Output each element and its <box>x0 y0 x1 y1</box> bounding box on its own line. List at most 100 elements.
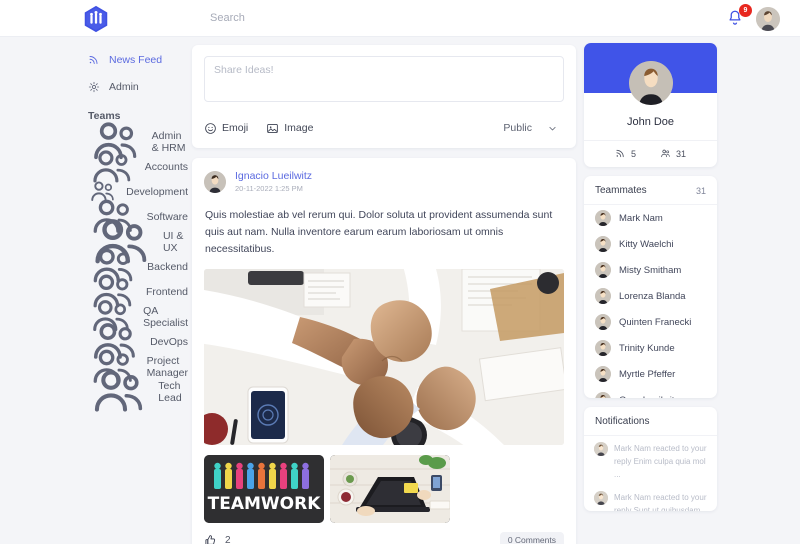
teammate-name: Oran Lueilwitz <box>619 395 679 399</box>
list-item[interactable]: Mark Nam reacted to your reply Sunt ut q… <box>584 485 717 511</box>
list-item[interactable]: Oran Lueilwitz <box>584 387 717 398</box>
teammate-name: Kitty Waelchi <box>619 238 674 250</box>
sidebar-item-label: Accounts <box>144 160 188 173</box>
sidebar-item-label: Tech Lead <box>158 379 182 404</box>
sidebar-item-accounts[interactable]: Accounts <box>0 149 188 183</box>
profile-posts-count: 5 <box>630 148 636 159</box>
sidebar-item-label: Backend <box>147 260 188 273</box>
sidebar-item-admin[interactable]: Admin <box>0 76 188 98</box>
left-sidebar: News Feed Admin Teams Admin & HRM Accoun… <box>0 37 188 544</box>
avatar[interactable] <box>756 6 780 31</box>
avatar <box>595 314 611 330</box>
avatar <box>595 340 611 356</box>
profile-posts-stat: 5 <box>615 148 636 159</box>
share-ideas-input[interactable] <box>204 56 564 102</box>
list-item[interactable]: Mark Nam <box>584 205 717 231</box>
notification-text: Mark Nam reacted to your reply Enim culp… <box>614 444 707 479</box>
thumbs-up-icon <box>205 534 216 544</box>
profile-teammates-count: 31 <box>676 148 687 159</box>
profile-stats: 5 31 <box>584 140 717 167</box>
rss-icon <box>616 149 624 158</box>
notification-count-badge: 9 <box>739 3 752 17</box>
sidebar-item-news-feed[interactable]: News Feed <box>0 49 188 71</box>
search-input[interactable] <box>195 12 585 24</box>
users-icon <box>94 370 143 412</box>
post-card: Ignacio Lueilwitz 20-11-2022 1:25 PM Qui… <box>192 158 576 544</box>
list-item[interactable]: Trinity Kunde <box>584 335 717 361</box>
profile-avatar[interactable] <box>628 61 673 105</box>
list-item[interactable]: Lorenza Blanda <box>584 283 717 309</box>
avatar <box>594 491 608 505</box>
list-item[interactable]: Kitty Waelchi <box>584 231 717 257</box>
post-footer: 2 0 Comments <box>192 523 576 544</box>
sidebar-item-label: Frontend <box>145 285 188 298</box>
workspace-thumbnail <box>330 455 450 523</box>
like-button[interactable]: 2 <box>204 534 231 544</box>
app-logo[interactable] <box>80 3 112 35</box>
notifications-panel-title: Notifications <box>595 416 650 427</box>
visibility-value: Public <box>503 122 532 134</box>
teammates-panel-header: Teammates 31 <box>584 176 717 205</box>
emoji-button-label: Emoji <box>222 122 249 134</box>
list-item[interactable]: Misty Smitham <box>584 257 717 283</box>
notifications-bell-button[interactable]: 9 <box>726 3 752 29</box>
users-icon <box>661 149 670 158</box>
avatar <box>595 288 611 304</box>
sidebar-item-label: Admin & HRM <box>151 129 186 154</box>
fist-bump-photo <box>204 269 564 445</box>
post-author-avatar[interactable] <box>204 171 226 193</box>
post-author-name[interactable]: Ignacio Lueilwitz <box>235 169 312 183</box>
sidebar-item-tech-lead[interactable]: Tech Lead <box>0 370 188 412</box>
list-item[interactable]: TEAMWORK <box>204 455 324 523</box>
teammate-name: Lorenza Blanda <box>619 290 686 302</box>
teammate-name: Trinity Kunde <box>619 342 675 354</box>
post-body-text: Quis molestiae ab vel rerum qui. Dolor s… <box>205 209 553 255</box>
comments-button[interactable]: 0 Comments <box>499 532 564 544</box>
right-sidebar: John Doe 5 31 Teammates 31 Mark Nam Kitt… <box>584 43 717 520</box>
composer-toolbar: Emoji Image Public <box>204 118 564 138</box>
notifications-panel: Notifications Mark Nam reacted to your r… <box>584 407 717 511</box>
visibility-select[interactable]: Public <box>496 119 564 137</box>
sidebar-item-label: Admin <box>109 81 139 93</box>
search-container[interactable] <box>195 0 585 36</box>
sidebar-item-label: Project Manager <box>146 354 189 379</box>
news-feed: Emoji Image Public <box>192 45 576 544</box>
rss-icon <box>89 56 98 64</box>
post-main-image[interactable] <box>204 269 564 445</box>
post-thumbnails: TEAMWORK <box>192 445 576 523</box>
user-avatar-icon <box>594 491 608 505</box>
teammates-list[interactable]: Mark Nam Kitty Waelchi Misty Smitham Lor… <box>584 205 717 398</box>
header-actions: 9 <box>726 0 780 37</box>
post-header: Ignacio Lueilwitz 20-11-2022 1:25 PM <box>192 158 576 205</box>
chevron-down-icon <box>549 126 556 130</box>
avatar <box>595 262 611 278</box>
notifications-list[interactable]: Mark Nam reacted to your reply Enim culp… <box>584 436 717 511</box>
emoji-button[interactable]: Emoji <box>204 122 248 135</box>
image-button[interactable]: Image <box>266 122 313 135</box>
profile-cover <box>584 43 717 105</box>
notifications-panel-header: Notifications <box>584 407 717 436</box>
teamwork-thumbnail: TEAMWORK <box>204 455 324 523</box>
avatar <box>595 236 611 252</box>
user-avatar-icon <box>756 6 780 31</box>
user-avatar-icon <box>595 340 611 356</box>
list-item[interactable]: Mark Nam reacted to your reply Enim culp… <box>584 436 717 485</box>
smiley-icon <box>205 122 216 134</box>
list-item[interactable]: Quinten Franecki <box>584 309 717 335</box>
teammates-panel-title: Teammates <box>595 185 647 196</box>
avatar <box>595 366 611 382</box>
list-item[interactable] <box>330 455 450 523</box>
user-avatar-icon <box>595 210 611 226</box>
sidebar-item-label: DevOps <box>150 335 188 348</box>
user-avatar-icon <box>595 392 611 398</box>
list-item[interactable]: Myrtle Pfeffer <box>584 361 717 387</box>
user-avatar-icon <box>594 442 608 456</box>
image-icon <box>267 123 279 133</box>
user-avatar-icon <box>595 366 611 382</box>
app-header: 9 <box>0 0 800 37</box>
profile-card: John Doe 5 31 <box>584 43 717 167</box>
sidebar-item-label: UI & UX <box>162 229 184 254</box>
gear-icon <box>88 81 100 93</box>
user-avatar-icon <box>595 314 611 330</box>
user-avatar-icon <box>204 171 226 193</box>
